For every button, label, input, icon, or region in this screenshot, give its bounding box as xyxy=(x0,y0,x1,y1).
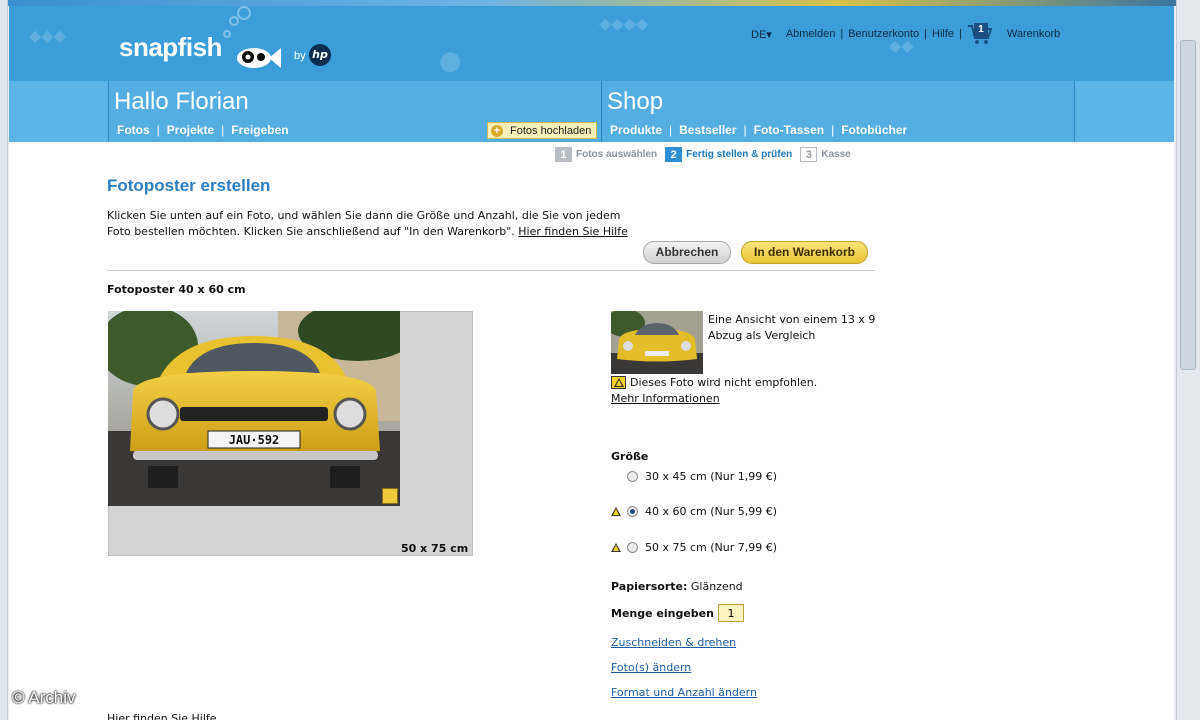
add-to-cart-button[interactable]: In den Warenkorb xyxy=(741,241,868,264)
quantity-label: Menge eingeben xyxy=(611,606,714,620)
separator: | xyxy=(924,28,928,40)
warning-icon xyxy=(611,507,621,516)
license-plate: JAU·592 xyxy=(229,433,280,447)
intro-line-1: Klicken Sie unten auf ein Foto, und wähl… xyxy=(107,209,621,222)
scrollbar-thumb[interactable] xyxy=(1180,40,1196,370)
size-option[interactable]: 40 x 60 cm (Nur 5,99 €) xyxy=(611,505,777,518)
shop-nav: Produkte | Bestseller | Foto-Tassen | Fo… xyxy=(610,123,907,137)
warning-icon xyxy=(611,543,621,552)
paper-value: Glänzend xyxy=(690,580,743,593)
step-label: Fertig stellen & prüfen xyxy=(686,149,793,160)
comparison-note: Eine Ansicht von einem 13 x 9 Abzug als … xyxy=(708,313,876,342)
comparison-thumbnail xyxy=(611,311,703,374)
cart-count-badge: 1 xyxy=(973,23,988,37)
fish-decoration: ● xyxy=(439,46,462,76)
separator: | xyxy=(156,123,160,137)
crop-rotate-link[interactable]: Zuschneiden & drehen xyxy=(611,636,736,649)
warning-icon xyxy=(611,376,626,389)
size-radio[interactable] xyxy=(627,542,638,553)
help-link[interactable]: Hier finden Sie Hilfe xyxy=(518,225,628,238)
instructions-text: Klicken Sie unten auf ein Foto, und wähl… xyxy=(107,208,667,240)
step-checkout: 3 Kasse xyxy=(800,147,851,162)
snapfish-logo[interactable]: snapfish xyxy=(119,32,222,63)
nav-photo-books[interactable]: Fotobücher xyxy=(841,123,907,137)
step-number: 3 xyxy=(800,147,818,162)
car-photo[interactable]: JAU·592 xyxy=(108,311,400,506)
logout-link[interactable]: Abmelden xyxy=(786,28,836,40)
size-option[interactable]: 50 x 75 cm (Nur 7,99 €) xyxy=(611,541,777,554)
divider xyxy=(107,270,875,271)
site-header: ◆◆◆ ◆◆◆◆ ● ◆◆ snapfish by hp DE▾ Abmelde… xyxy=(9,6,1174,81)
nav-products[interactable]: Produkte xyxy=(610,123,662,137)
upload-photos-button[interactable]: + Fotos hochladen xyxy=(487,122,597,139)
help-link[interactable]: Hilfe xyxy=(932,28,954,40)
change-photos-link[interactable]: Foto(s) ändern xyxy=(611,661,691,674)
logo-by-text: by xyxy=(294,50,306,62)
separator: | xyxy=(840,28,844,40)
fish-decoration: ◆◆◆ xyxy=(29,26,66,45)
size-option-label: 40 x 60 cm (Nur 5,99 €) xyxy=(645,505,778,518)
size-radio[interactable] xyxy=(627,471,638,482)
hp-logo: hp xyxy=(309,44,331,66)
vertical-scrollbar[interactable] xyxy=(1176,0,1200,720)
plus-icon: + xyxy=(491,124,503,137)
nav-photo-mugs[interactable]: Foto-Tassen xyxy=(754,123,824,137)
account-links: DE▾ Abmelden | Benutzerkonto | Hilfe | 1… xyxy=(751,23,1060,45)
cancel-button[interactable]: Abbrechen xyxy=(643,241,731,264)
language-select[interactable]: DE▾ xyxy=(751,28,772,41)
fish-logo-icon xyxy=(237,48,281,68)
bubble-decoration xyxy=(229,16,239,26)
user-nav: Fotos | Projekte | Freigeben xyxy=(117,123,289,137)
quantity-input[interactable] xyxy=(717,604,744,622)
quantity-row: Menge eingeben xyxy=(611,604,744,622)
warning-text: Dieses Foto wird nicht empfohlen. xyxy=(630,376,818,389)
preview-size-label: 50 x 75 cm xyxy=(401,542,469,555)
account-link[interactable]: Benutzerkonto xyxy=(848,28,919,40)
change-format-link[interactable]: Format und Anzahl ändern xyxy=(611,686,757,699)
copyright-watermark: © Archiv xyxy=(12,688,76,707)
separator: | xyxy=(221,123,225,137)
cart-icon[interactable]: 1 xyxy=(967,23,993,45)
size-option[interactable]: 30 x 45 cm (Nur 1,99 €) xyxy=(611,470,777,483)
browser-window: ◆◆◆ ◆◆◆◆ ● ◆◆ snapfish by hp DE▾ Abmelde… xyxy=(0,0,1200,720)
nav-photos[interactable]: Fotos xyxy=(117,123,150,137)
shop-title: Shop xyxy=(607,88,664,115)
greeting-title: Hallo Florian xyxy=(114,88,249,115)
poster-section-title: Fotoposter 40 x 60 cm xyxy=(107,283,246,296)
paper-type: Papiersorte: Glänzend xyxy=(611,580,743,593)
step-number: 2 xyxy=(665,147,683,162)
separator: | xyxy=(669,123,673,137)
warning-message: Dieses Foto wird nicht empfohlen. xyxy=(611,376,817,389)
size-heading: Größe xyxy=(611,450,649,463)
bottom-help-text[interactable]: Hier finden Sie Hilfe xyxy=(107,712,217,720)
fish-decoration: ◆◆◆◆ xyxy=(599,14,649,33)
intro-line-2: Foto bestellen möchten. Klicken Sie ansc… xyxy=(107,225,515,238)
separator: | xyxy=(959,28,962,40)
size-option-label: 50 x 75 cm (Nur 7,99 €) xyxy=(645,541,778,554)
shop-panel: Shop Produkte | Bestseller | Foto-Tassen… xyxy=(602,81,1075,142)
step-finish-review: 2 Fertig stellen & prüfen xyxy=(665,147,792,162)
separator: | xyxy=(743,123,747,137)
step-label: Fotos auswählen xyxy=(576,149,658,160)
separator: | xyxy=(831,123,835,137)
step-select-photos: 1 Fotos auswählen xyxy=(555,147,657,162)
nav-share[interactable]: Freigeben xyxy=(231,123,288,137)
size-radio-selected[interactable] xyxy=(627,506,638,517)
nav-bestsellers[interactable]: Bestseller xyxy=(679,123,736,137)
window-left-edge xyxy=(0,0,8,720)
size-option-label: 30 x 45 cm (Nur 1,99 €) xyxy=(645,470,778,483)
step-number: 1 xyxy=(555,147,572,162)
bubble-decoration xyxy=(223,30,231,38)
more-info-link[interactable]: Mehr Informationen xyxy=(611,392,720,405)
step-label: Kasse xyxy=(821,149,851,160)
bubble-decoration xyxy=(237,6,251,20)
edit-crop-icon[interactable] xyxy=(382,488,398,504)
checkout-steps: 1 Fotos auswählen 2 Fertig stellen & prü… xyxy=(555,147,859,162)
cart-link[interactable]: Warenkorb xyxy=(1007,28,1060,40)
upload-label: Fotos hochladen xyxy=(510,124,592,137)
page-title: Fotoposter erstellen xyxy=(107,176,271,195)
paper-label: Papiersorte: xyxy=(611,580,688,593)
nav-projects[interactable]: Projekte xyxy=(167,123,214,137)
